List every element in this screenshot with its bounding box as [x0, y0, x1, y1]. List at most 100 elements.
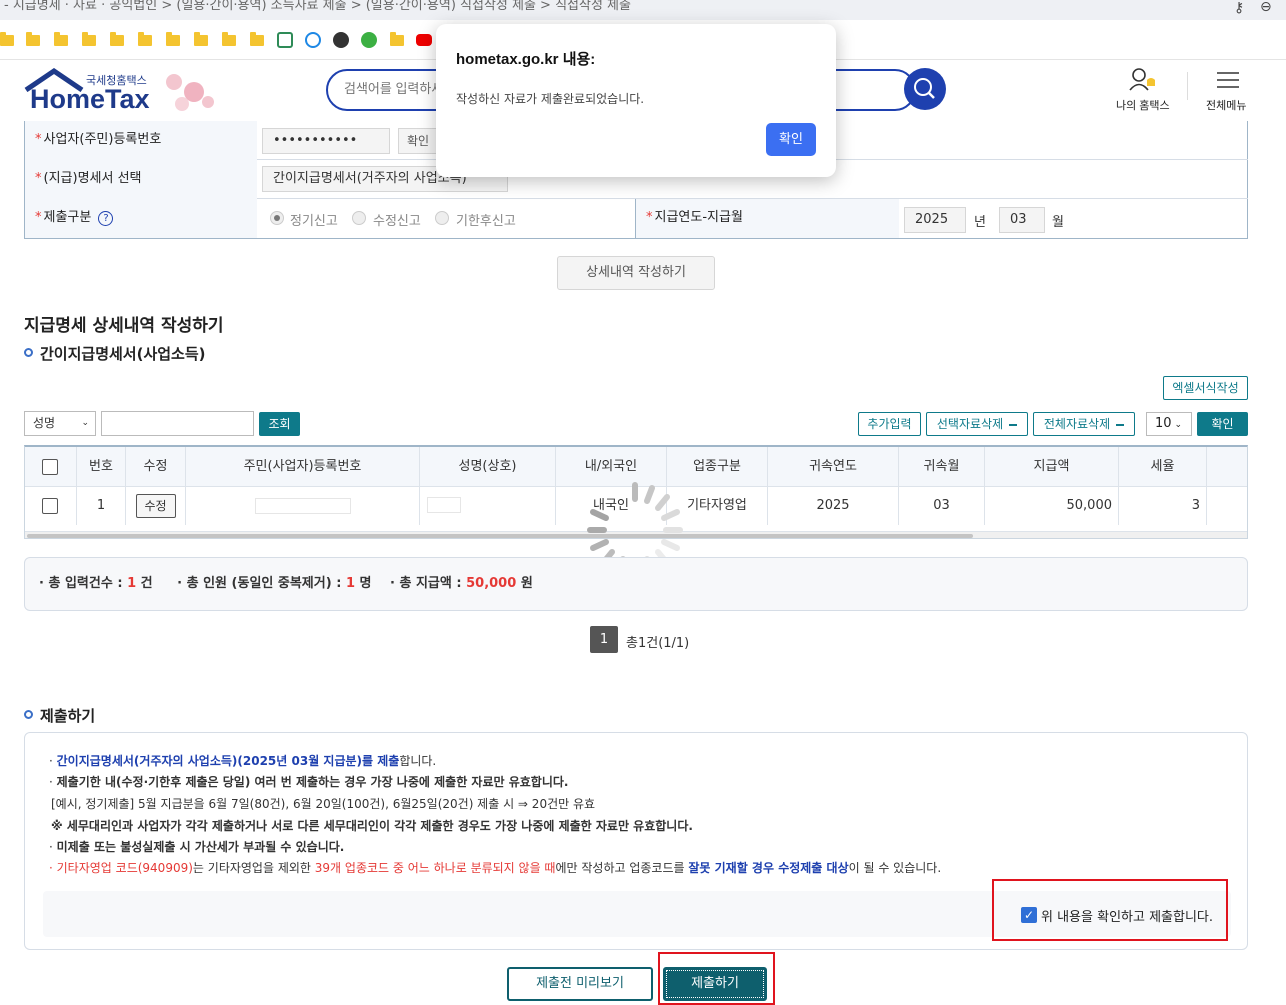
- summary-count: · 총 입력건수 : 1 건: [39, 576, 153, 591]
- bookmark-folder-icon[interactable]: [390, 32, 404, 46]
- bookmark-folder-icon[interactable]: [110, 32, 124, 46]
- row-year: 2025: [768, 487, 899, 525]
- bookmark-folder-icon[interactable]: [166, 32, 180, 46]
- page-size-select[interactable]: 10 ⌄: [1146, 412, 1192, 436]
- breadcrumb: - 지급명세 · 자료 · 공익법인 > (일용·간이·용역) 소득자료 제출 …: [0, 0, 1286, 20]
- notice-line-4: ※ 세무대리인과 사업자가 각각 제출하거나 서로 다른 세무대리인이 각각 제…: [51, 819, 693, 833]
- submit-type-row: * 제출구분 ? 정기신고 수정신고 기한후신고 * 지급연도-지급월 2025 년…: [24, 199, 1248, 238]
- row-edit-cell: 수정: [126, 487, 186, 525]
- radio-late[interactable]: [435, 211, 449, 225]
- year-unit: 년: [974, 215, 986, 230]
- youtube-icon[interactable]: [416, 34, 432, 46]
- row-empty: [1207, 487, 1247, 525]
- chevron-down-icon: ⌄: [1174, 420, 1183, 430]
- business-no-input[interactable]: •••••••••••: [262, 128, 390, 154]
- row-checkbox-cell: [25, 487, 77, 525]
- row-edit-button[interactable]: 수정: [135, 493, 176, 518]
- user-bell-icon[interactable]: [1128, 66, 1160, 94]
- grid-header: 세율: [1119, 447, 1207, 487]
- row-name: [420, 487, 556, 525]
- notice-line-1: · 간이지급명세서(거주자의 사업소득)(2025년 03월 지급분)를 제출합…: [49, 754, 437, 768]
- filter-input[interactable]: [101, 411, 254, 436]
- bookmark-folder-icon[interactable]: [54, 32, 68, 46]
- redacted-id: [254, 497, 351, 514]
- year-input[interactable]: 2025: [904, 207, 966, 233]
- grid-header: 귀속월: [899, 447, 985, 487]
- search-icon: [914, 78, 935, 99]
- grid-header: 번호: [77, 447, 126, 487]
- page-1-button[interactable]: 1: [590, 626, 618, 653]
- statement-label: * (지급)명세서 선택: [24, 160, 257, 199]
- business-no-label: * 사업자(주민)등록번호: [24, 121, 257, 160]
- cherry-blossom-icon: [166, 74, 214, 111]
- chevron-down-icon: ⌄: [81, 418, 89, 428]
- radio-revised-label: 수정신고: [373, 214, 421, 229]
- highlight-agree: [992, 879, 1228, 941]
- detail-title: 지급명세 상세내역 작성하기: [24, 316, 224, 336]
- grid-header: 주민(사업자)등록번호: [186, 447, 420, 487]
- page-size-confirm-button[interactable]: 확인: [1197, 412, 1248, 436]
- grid-header: 지급액: [985, 447, 1119, 487]
- row-month: 03: [899, 487, 985, 525]
- search-query-button[interactable]: 조회: [259, 412, 300, 436]
- radio-revised[interactable]: [352, 211, 366, 225]
- business-no-confirm-button[interactable]: 확인: [398, 128, 438, 154]
- detail-write-button[interactable]: 상세내역 작성하기: [557, 256, 715, 290]
- add-input-button[interactable]: 추가입력: [858, 412, 921, 436]
- bookmark-site-icon[interactable]: [277, 32, 293, 48]
- detail-subtitle: 간이지급명세서(사업소득): [40, 345, 206, 363]
- grid-header: 성명(상호): [420, 447, 556, 487]
- bookmark-folder-icon[interactable]: [194, 32, 208, 46]
- section-bullet-icon: [24, 348, 33, 357]
- highlight-submit: [658, 952, 775, 1005]
- bookmark-site-icon[interactable]: [305, 32, 321, 48]
- notice-line-5: · 미제출 또는 불성실제출 시 가산세가 부과될 수 있습니다.: [49, 840, 345, 854]
- minus-icon: [1116, 423, 1125, 426]
- help-icon[interactable]: ?: [98, 211, 114, 226]
- hamburger-menu-icon[interactable]: [1215, 70, 1241, 90]
- key-icon[interactable]: ⚷: [1234, 0, 1244, 16]
- filter-select[interactable]: 성명 ⌄: [24, 411, 96, 436]
- delete-all-button[interactable]: 전체자료삭제: [1033, 412, 1135, 436]
- grid-header: 수정: [126, 447, 186, 487]
- excel-form-button[interactable]: 엑셀서식작성: [1163, 376, 1248, 400]
- summary-amount: · 총 지급액 : 50,000 원: [390, 576, 533, 591]
- bookmark-folder-icon[interactable]: [222, 32, 236, 46]
- header-divider: [1187, 72, 1188, 100]
- bookmark-folder-icon[interactable]: [250, 32, 264, 46]
- select-all-checkbox[interactable]: [42, 459, 58, 475]
- preview-button[interactable]: 제출전 미리보기: [507, 967, 653, 1001]
- grid-header: 귀속연도: [768, 447, 899, 487]
- search-button[interactable]: [904, 68, 946, 110]
- row-checkbox[interactable]: [42, 498, 58, 514]
- my-hometax-label[interactable]: 나의 홈택스: [1116, 97, 1170, 113]
- month-input[interactable]: 03: [999, 207, 1045, 233]
- bookmark-folder-icon[interactable]: [26, 32, 40, 46]
- submit-type-label: * 제출구분 ?: [24, 199, 257, 238]
- bookmark-folder-icon[interactable]: [138, 32, 152, 46]
- bookmark-site-icon[interactable]: [333, 32, 349, 48]
- logo[interactable]: HomeTax: [30, 84, 150, 115]
- delete-selected-button[interactable]: 선택자료삭제: [926, 412, 1028, 436]
- minus-icon: [1009, 423, 1018, 426]
- dialog-message: 작성하신 자료가 제출완료되었습니다.: [456, 92, 645, 106]
- bookmark-folder-icon[interactable]: [0, 32, 14, 46]
- grid-scrollbar-thumb[interactable]: [27, 534, 973, 538]
- zoom-icon[interactable]: ⊖: [1260, 0, 1272, 15]
- all-menu-label[interactable]: 전체메뉴: [1206, 97, 1246, 113]
- grid-header: [1207, 447, 1247, 487]
- month-unit: 월: [1052, 215, 1064, 230]
- redacted-name: [427, 497, 461, 513]
- pay-year-month-label: * 지급연도-지급월: [635, 199, 899, 238]
- dialog-ok-button[interactable]: 확인: [766, 123, 816, 156]
- submit-title: 제출하기: [40, 707, 96, 725]
- section-bullet-icon: [24, 710, 33, 719]
- bookmark-site-icon[interactable]: [361, 32, 377, 48]
- summary-box: · 총 입력건수 : 1 건 · 총 인원 (동일인 중복제거) : 1 명 ·…: [24, 557, 1248, 611]
- notice-line-2: · 제출기한 내(수정·기한후 제출은 당일) 여러 번 제출하는 경우 가장 …: [49, 775, 569, 789]
- radio-regular[interactable]: [270, 211, 284, 225]
- summary-people: · 총 인원 (동일인 중복제거) : 1 명: [177, 576, 372, 591]
- row-id: [186, 487, 420, 525]
- bookmark-folder-icon[interactable]: [82, 32, 96, 46]
- notice-line-3: [예시, 정기제출] 5월 지급분을 6월 7일(80건), 6월 20일(10…: [51, 797, 596, 811]
